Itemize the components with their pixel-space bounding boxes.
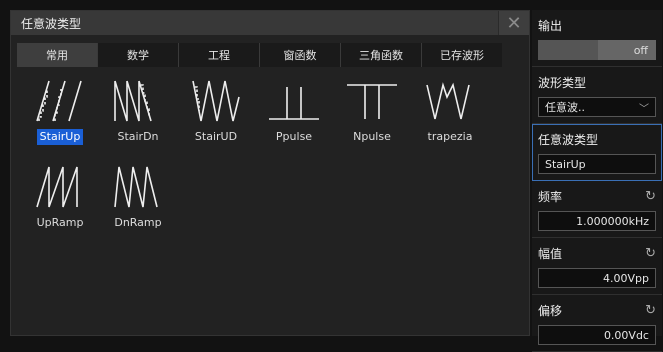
wave-type-value: 任意波..: [545, 101, 585, 114]
arb-type-label: 任意波类型: [538, 132, 599, 147]
amplitude-label: 幅值: [538, 246, 563, 261]
chevron-down-icon: ﹀: [639, 103, 649, 115]
stair-up-icon: [36, 80, 82, 122]
wave-type-label: 波形类型: [538, 75, 587, 90]
refresh-icon[interactable]: ↻: [645, 189, 656, 204]
arb-type-value: StairUp: [545, 157, 586, 171]
waveform-stairdn[interactable]: StairDn: [99, 77, 177, 163]
waveform-dnramp[interactable]: DnRamp: [99, 163, 177, 249]
amplitude-field[interactable]: 4.00Vpp: [538, 268, 656, 288]
settings-panel: 输出 off 波形类型 任意波.. ﹀ 任意波类型 StairUp 频率 ↻ 1…: [532, 10, 662, 352]
tab-stored-waves[interactable]: 已存波形: [422, 43, 502, 67]
arb-type-field[interactable]: StairUp: [538, 154, 656, 174]
refresh-icon[interactable]: ↻: [645, 303, 656, 318]
frequency-label: 频率: [538, 189, 563, 204]
stair-up-down-icon: [192, 80, 240, 122]
tab-common[interactable]: 常用: [17, 43, 98, 67]
frequency-value: 1.000000kHz: [576, 214, 649, 228]
waveform-label: trapezia: [427, 130, 473, 143]
offset-section: 偏移 ↻ 0.00Vdc: [532, 295, 662, 352]
wave-type-section: 波形类型 任意波.. ﹀: [532, 67, 662, 124]
stair-down-icon: [114, 80, 152, 122]
arb-type-section: 任意波类型 StairUp: [532, 124, 662, 181]
refresh-icon[interactable]: ↻: [645, 246, 656, 261]
trapezoid-icon: [426, 82, 470, 120]
amplitude-section: 幅值 ↻ 4.00Vpp: [532, 238, 662, 295]
amplitude-value: 4.00Vpp: [603, 271, 649, 285]
frequency-field[interactable]: 1.000000kHz: [538, 211, 656, 231]
tab-trig-function[interactable]: 三角函数: [341, 43, 422, 67]
up-ramp-icon: [36, 166, 78, 208]
negative-pulse-icon: [347, 84, 397, 119]
toggle-track: [538, 40, 598, 60]
waveform-label: StairDn: [117, 130, 159, 143]
waveform-grid: StairUp StairDn StairUD Ppulse Npulse tr…: [21, 77, 521, 249]
waveform-label: Npulse: [353, 130, 391, 143]
waveform-label: UpRamp: [36, 216, 84, 229]
close-icon[interactable]: ✕: [498, 11, 529, 35]
output-toggle[interactable]: off: [538, 40, 656, 60]
down-ramp-icon: [114, 166, 158, 208]
output-section: 输出 off: [532, 10, 662, 67]
waveform-stairud[interactable]: StairUD: [177, 77, 255, 163]
waveform-label: Ppulse: [275, 130, 313, 143]
wave-type-select[interactable]: 任意波.. ﹀: [538, 97, 656, 117]
waveform-label: DnRamp: [114, 216, 162, 229]
frequency-section: 频率 ↻ 1.000000kHz: [532, 181, 662, 238]
waveform-label: StairUD: [194, 130, 238, 143]
waveform-label: StairUp: [36, 129, 84, 145]
waveform-trapezia[interactable]: trapezia: [411, 77, 489, 163]
output-label: 输出: [538, 18, 563, 33]
tab-math[interactable]: 数学: [98, 43, 179, 67]
tab-window-function[interactable]: 窗函数: [260, 43, 341, 67]
category-tabs: 常用 数学 工程 窗函数 三角函数 已存波形: [17, 43, 502, 67]
dialog-title: 任意波类型: [21, 16, 82, 31]
positive-pulse-icon: [269, 87, 319, 120]
arbitrary-wave-dialog: 任意波类型 ✕ 常用 数学 工程 窗函数 三角函数 已存波形 StairUp S…: [10, 10, 530, 336]
offset-label: 偏移: [538, 303, 563, 318]
waveform-ppulse[interactable]: Ppulse: [255, 77, 333, 163]
offset-field[interactable]: 0.00Vdc: [538, 325, 656, 345]
waveform-npulse[interactable]: Npulse: [333, 77, 411, 163]
waveform-upramp[interactable]: UpRamp: [21, 163, 99, 249]
tab-engineering[interactable]: 工程: [179, 43, 260, 67]
toggle-state: off: [598, 40, 656, 60]
dialog-title-bar: 任意波类型 ✕: [11, 11, 529, 35]
waveform-stairup[interactable]: StairUp: [21, 77, 99, 163]
